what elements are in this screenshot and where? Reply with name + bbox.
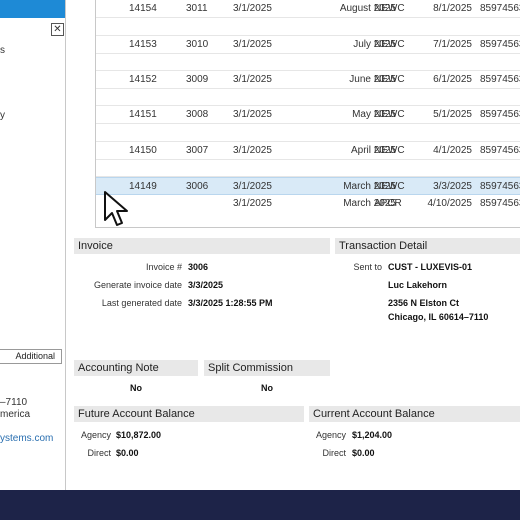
table-cell-type: NEWC [374,181,405,192]
table-cell-date2: 4/1/2025 [433,145,472,156]
current-agency-value: $1,204.00 [352,430,393,440]
tab-additional[interactable]: Additional [0,349,62,364]
split-commission-value: No [261,383,273,393]
table-cell-acct: 85974563 [480,145,520,156]
left-panel-country-fragment: merica [0,409,31,420]
table-row[interactable]: 14153 3010 3/1/2025 July 2025 NEWC 7/1/2025 85… [96,36,520,54]
invoice-number-label: Invoice # [145,262,182,272]
address-city: Chicago, IL 60614–7110 [388,312,489,322]
mouse-pointer-icon [104,191,128,226]
close-icon[interactable]: ✕ [51,23,64,36]
left-panel-text-fragment: s [0,45,5,56]
future-direct-value: $0.00 [116,448,139,458]
table-cell-invoice: 3011 [186,3,208,14]
table-cell-type: NEWC [374,109,405,120]
table-row-spacer [96,53,520,71]
table-cell-date2: 4/10/2025 [427,198,473,209]
table-row-spacer [96,159,520,177]
table-cell-id: 14154 [129,3,157,14]
table-cell-date: 3/1/2025 [233,181,272,192]
table-cell-id: 14153 [129,39,157,50]
table-cell-date: 3/1/2025 [233,145,272,156]
table-cell-id: 14152 [129,74,157,85]
split-commission-header: Split Commission [204,360,330,376]
table-cell-acct: 85974563 [480,3,520,14]
sent-to-value: CUST - LUXEVIS-01 [388,262,473,272]
table-row-spacer [96,18,520,36]
future-direct-label: Direct [87,448,111,458]
table-cell-acct: 85974563 [480,181,520,192]
table-row-selected[interactable]: 14149 3006 3/1/2025 March 2025 NEWC 3/3/2025 8… [96,177,520,195]
current-direct-label: Direct [322,448,346,458]
table-row-spacer [96,124,520,142]
invoice-number-value: 3006 [188,262,209,272]
address-street: 2356 N Elston Ct [388,298,460,308]
table-cell-id: 14149 [129,181,157,192]
table-cell-type: NEWC [374,39,405,50]
accounting-note-value: No [130,383,142,393]
future-agency-value: $10,872.00 [116,430,162,440]
table-cell-invoice: 3009 [186,74,209,85]
left-panel-zip-fragment: –7110 [0,397,28,408]
last-generated-label: Last generated date [101,298,182,308]
table-cell-id: 14151 [129,109,157,120]
last-generated-value: 3/3/2025 1:28:55 PM [188,298,273,308]
table-cell-type: NEWC [374,145,405,156]
left-panel-email-link[interactable]: ystems.com [0,433,53,444]
future-balance-header: Future Account Balance [74,406,304,422]
current-balance-header: Current Account Balance [309,406,520,422]
transactions-grid: 14154 3011 3/1/2025 August 2025 NEWC 8/1/2025… [95,0,520,228]
table-cell-type: APCR [374,198,402,209]
left-panel: ✕ s y Additional –7110 merica ystems.com [0,0,66,490]
table-cell-acct: 85974563 [480,74,520,85]
sent-to-label: Sent to [353,262,382,272]
future-agency-label: Agency [80,430,111,440]
left-panel-text-fragment: y [0,110,5,121]
generate-date-value: 3/3/2025 [188,280,224,290]
left-panel-header-strip [0,0,65,18]
table-cell-date2: 8/1/2025 [433,3,472,14]
transaction-detail-header: Transaction Detail [335,238,520,254]
table-cell-date2: 7/1/2025 [433,39,472,50]
table-cell-id: 14150 [129,145,157,156]
generate-date-label: Generate invoice date [93,280,182,290]
invoice-section-header: Invoice [74,238,330,254]
table-cell-date2: 3/3/2025 [433,181,472,192]
table-cell-date: 3/1/2025 [233,109,272,120]
table-cell-date2: 5/1/2025 [433,109,472,120]
table-row[interactable]: 14152 3009 3/1/2025 June 2025 NEWC 6/1/2025 85… [96,71,520,89]
table-row[interactable]: 3/1/2025March 2025APCR4/10/202585974563 [96,195,520,213]
table-row-spacer [96,88,520,106]
table-cell-type: NEWC [374,3,405,14]
contact-name: Luc Lakehorn [388,280,448,290]
table-cell-date: 3/1/2025 [233,3,272,14]
table-cell-invoice: 3006 [186,181,209,192]
table-row[interactable]: 14150 3007 3/1/2025 April 2025 NEWC 4/1/2025 8… [96,142,520,160]
table-cell-date: 3/1/2025 [233,74,272,85]
table-cell-acct: 85974563 [480,39,520,50]
table-cell-invoice: 3007 [186,145,209,156]
table-cell-invoice: 3008 [186,109,209,120]
table-cell-acct: 85974563 [480,198,520,209]
current-direct-value: $0.00 [352,448,375,458]
table-row[interactable]: 14154 3011 3/1/2025 August 2025 NEWC 8/1/2025… [96,0,520,18]
table-cell-type: NEWC [374,74,405,85]
table-cell-acct: 85974563 [480,109,520,120]
current-agency-label: Agency [315,430,346,440]
table-cell-date: 3/1/2025 [233,198,272,209]
footer-bar [0,490,520,520]
table-cell-invoice: 3010 [186,39,209,50]
table-row[interactable]: 14151 3008 3/1/2025 May 2025 NEWC 5/1/2025 859… [96,106,520,124]
table-cell-date2: 6/1/2025 [433,74,472,85]
table-cell-date: 3/1/2025 [233,39,272,50]
accounting-note-header: Accounting Note [74,360,198,376]
